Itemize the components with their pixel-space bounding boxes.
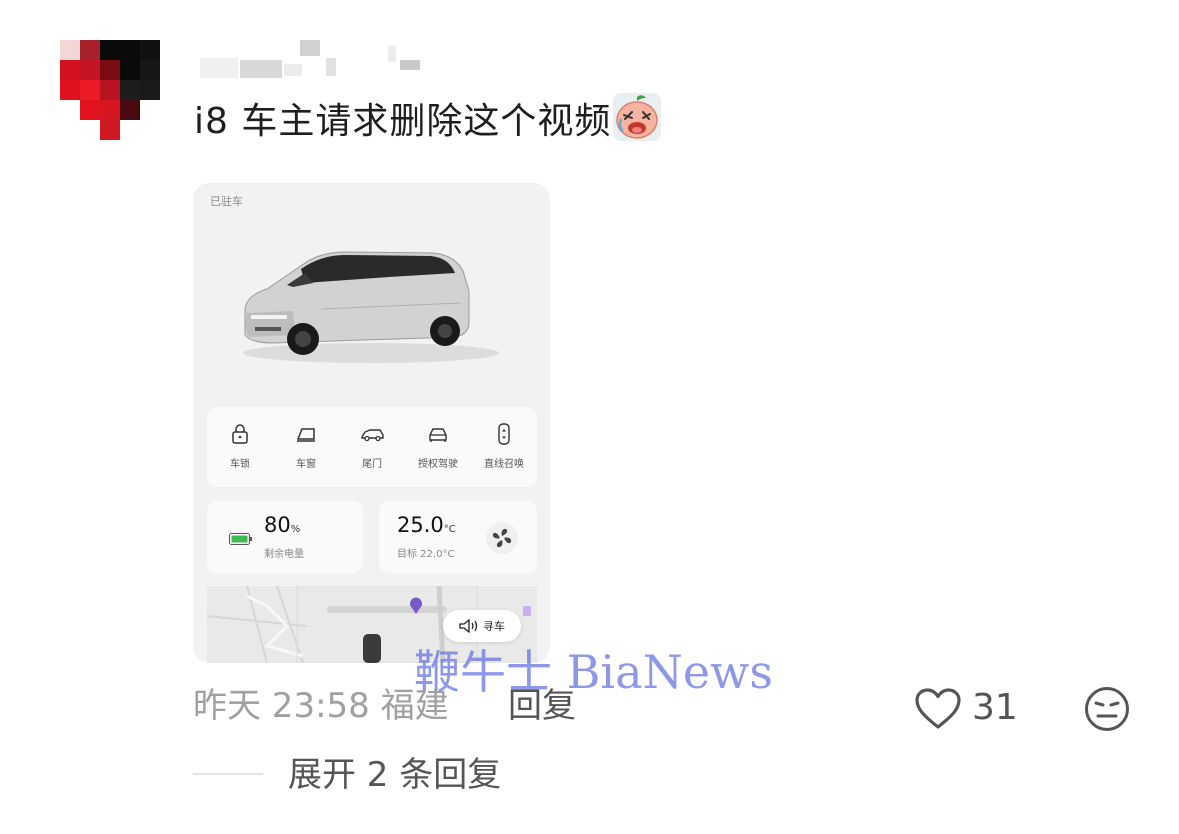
- heart-icon[interactable]: [914, 688, 962, 730]
- username-redacted[interactable]: [198, 38, 428, 80]
- speaker-icon: [459, 619, 478, 633]
- battery-unit: %: [290, 524, 301, 535]
- avatar[interactable]: [60, 40, 160, 140]
- car-app-screenshot[interactable]: 已驻车 车锁 车窗 尾门 授权驾驶 直线召唤 80% 剩余电量 25.0°C 目…: [193, 183, 550, 663]
- quick-action-label: 车窗: [296, 459, 316, 470]
- watermark: 鞭牛士 BiaNews: [414, 645, 774, 699]
- summon-icon: [498, 423, 510, 445]
- battery-label: 剩余电量: [264, 549, 304, 560]
- like-count: 31: [972, 687, 1018, 728]
- comment-meta: 昨天 23:58 福建: [193, 684, 449, 728]
- quick-action-label: 车锁: [230, 459, 250, 470]
- expand-replies-button[interactable]: 展开 2 条回复: [288, 752, 501, 798]
- quick-actions-panel: 车锁 车窗 尾门 授权驾驶 直线召唤: [207, 407, 537, 487]
- temperature-unit: °C: [443, 524, 456, 535]
- quick-action-summon[interactable]: 直线召唤: [471, 407, 537, 487]
- comment-body: i8 车主请求删除这个视频: [194, 101, 612, 142]
- comment-text: i8 车主请求删除这个视频: [194, 92, 662, 152]
- lock-icon: [232, 424, 248, 444]
- quick-action-tailgate[interactable]: 尾门: [339, 407, 405, 487]
- reply-button[interactable]: 回复: [508, 684, 576, 728]
- quick-action-authorized-driving[interactable]: 授权驾驶: [405, 407, 471, 487]
- battery-card[interactable]: 80% 剩余电量: [207, 501, 363, 573]
- parked-status: 已驻车: [210, 195, 243, 208]
- meh-face-icon[interactable]: [1084, 686, 1130, 732]
- quick-action-label: 授权驾驶: [418, 459, 458, 470]
- quick-action-window[interactable]: 车窗: [273, 407, 339, 487]
- window-icon: [296, 428, 315, 442]
- battery-value: 80: [264, 513, 291, 537]
- comment-location: 福建: [380, 686, 449, 726]
- target-temperature: 目标 22.0°C: [397, 549, 455, 560]
- fan-icon[interactable]: [485, 521, 519, 555]
- replies-divider: [193, 773, 263, 775]
- temperature-value: 25.0: [397, 513, 444, 537]
- find-car-label: 寻车: [483, 620, 505, 633]
- car-image: [193, 213, 550, 388]
- crying-face-icon: [613, 93, 662, 141]
- authorized-driving-icon: [429, 428, 447, 442]
- tailgate-icon: [361, 429, 384, 442]
- quick-action-lock[interactable]: 车锁: [207, 407, 273, 487]
- quick-action-label: 直线召唤: [484, 459, 524, 470]
- comment-time: 昨天 23:58: [193, 686, 370, 726]
- quick-action-label: 尾门: [362, 459, 382, 470]
- climate-card[interactable]: 25.0°C 目标 22.0°C: [379, 501, 537, 573]
- battery-icon: [229, 533, 252, 545]
